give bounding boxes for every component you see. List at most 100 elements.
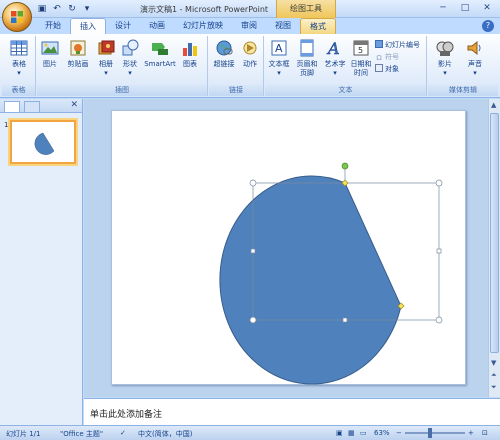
shapes-icon [122, 39, 139, 56]
scrollbar-thumb[interactable] [490, 113, 499, 353]
action-button[interactable]: 动作 [239, 38, 261, 69]
pie-shape[interactable] [219, 175, 402, 385]
slide-number-button[interactable]: 幻灯片编号 [375, 40, 420, 50]
rotate-handle[interactable] [341, 162, 349, 170]
clipart-icon [70, 40, 86, 56]
slides-tab[interactable] [4, 101, 20, 112]
thumbnail-pie-shape [34, 132, 55, 155]
next-slide-icon[interactable]: ⏷ [491, 383, 497, 392]
tab-design[interactable]: 设计 [106, 18, 140, 34]
smartart-icon [152, 43, 168, 55]
tab-home[interactable]: 开始 [36, 18, 70, 34]
vertical-scrollbar[interactable]: ▲ ▼ ⏶ ⏷ [488, 99, 500, 397]
normal-view-icon[interactable]: ▣ [336, 429, 343, 437]
save-icon[interactable]: ▣ [36, 3, 48, 15]
textbox-button[interactable]: A 文本框 ▾ [266, 38, 292, 78]
zoom-in-icon[interactable]: + [468, 429, 474, 437]
shapes-label: 形状 [123, 60, 137, 68]
tab-review[interactable]: 审阅 [232, 18, 266, 34]
slide-counter: 幻灯片 1/1 [6, 430, 41, 438]
slide-number-icon [375, 40, 383, 48]
slide-thumbnail[interactable] [10, 120, 76, 164]
notes-pane[interactable]: 单击此处添加备注 [84, 398, 500, 425]
symbol-button[interactable]: Ω 符号 [375, 52, 399, 62]
clipart-button[interactable]: 剪贴画 [63, 38, 93, 69]
resize-handle-top-left[interactable] [249, 179, 257, 187]
sound-button[interactable]: 声音 ▾ [462, 38, 488, 78]
tab-format[interactable]: 格式 [300, 18, 336, 34]
fit-to-window-icon[interactable]: ⊡ [482, 429, 488, 437]
resize-handle-bottom[interactable] [342, 317, 348, 323]
thumbnail-shape [34, 132, 55, 155]
drawing-tools-label: 绘图工具 [276, 0, 336, 18]
close-pane-icon[interactable]: ✕ [70, 100, 78, 110]
zoom-out-icon[interactable]: − [396, 429, 402, 437]
ribbon: 表格 ▾ 表格 图片 剪贴画 相册 ▾ 形状 ▾ SmartArt 图表 插图 … [0, 34, 500, 98]
movie-button[interactable]: 影片 ▾ [432, 38, 458, 78]
resize-handle-right[interactable] [436, 248, 442, 254]
group-label-media: 媒体剪辑 [428, 85, 498, 96]
clipart-label: 剪贴画 [67, 60, 89, 68]
wordart-label: 艺术字 [324, 60, 346, 68]
wordart-button[interactable]: A 艺术字 ▾ [322, 38, 348, 78]
group-label-text: 文本 [265, 85, 426, 96]
undo-icon[interactable]: ↶ [51, 3, 63, 15]
group-media: 影片 ▾ 声音 ▾ 媒体剪辑 [428, 36, 498, 96]
omega-icon: Ω [376, 54, 382, 62]
resize-handle-left[interactable] [250, 248, 256, 254]
movie-label: 影片 [438, 60, 452, 68]
wordart-icon: A [326, 39, 340, 58]
globe-icon [216, 40, 233, 56]
theme-name: "Office 主题" [60, 430, 104, 438]
ribbon-tabs: 开始 插入 设计 动画 幻灯片放映 审阅 视图 格式 [36, 18, 336, 34]
datetime-button[interactable]: 5 日期和 时间 [349, 38, 373, 78]
slides-pane: ✕ 1 [0, 99, 83, 425]
table-button[interactable]: 表格 ▾ [6, 38, 32, 78]
tab-slideshow[interactable]: 幻灯片放映 [174, 18, 232, 34]
resize-handle-bottom-left[interactable] [249, 316, 257, 324]
close-icon[interactable]: ✕ [477, 1, 497, 15]
table-label: 表格 [12, 60, 26, 68]
album-button[interactable]: 相册 ▾ [95, 38, 117, 78]
smartart-button[interactable]: SmartArt [143, 38, 177, 69]
help-icon[interactable]: ? [482, 20, 494, 32]
scroll-down-icon[interactable]: ▼ [491, 359, 496, 367]
scroll-up-icon[interactable]: ▲ [491, 101, 496, 109]
office-button[interactable] [2, 2, 32, 32]
slide-canvas[interactable] [111, 110, 466, 385]
tab-insert[interactable]: 插入 [70, 18, 106, 34]
window-title: 演示文稿1 - Microsoft PowerPoint [140, 5, 269, 14]
picture-button[interactable]: 图片 [39, 38, 61, 69]
object-icon [375, 64, 383, 72]
hyperlink-button[interactable]: 超链接 [211, 38, 237, 69]
table-icon [10, 40, 28, 56]
sound-label: 声音 [468, 60, 482, 68]
resize-handle-bottom-right[interactable] [435, 316, 443, 324]
chart-button[interactable]: 图表 [179, 38, 201, 69]
album-icon [98, 40, 115, 55]
outline-tab[interactable] [24, 101, 40, 112]
zoom-slider-knob[interactable] [428, 428, 432, 438]
slide-sorter-icon[interactable]: ▦ [348, 429, 355, 437]
object-button[interactable]: 对象 [375, 64, 399, 74]
qat-dropdown-icon[interactable]: ▾ [81, 3, 93, 15]
zoom-level[interactable]: 63% [374, 429, 390, 437]
picture-icon [41, 41, 59, 55]
minimize-icon[interactable]: ─ [433, 1, 453, 15]
maximize-icon[interactable]: □ [455, 1, 475, 15]
chart-icon [183, 43, 197, 56]
redo-icon[interactable]: ↻ [66, 3, 78, 15]
group-illustrations: 图片 剪贴画 相册 ▾ 形状 ▾ SmartArt 图表 插图 [37, 36, 208, 96]
slideshow-icon[interactable]: ▭ [360, 429, 367, 437]
header-footer-button[interactable]: 页眉和 页脚 [293, 38, 321, 78]
spellcheck-icon[interactable]: ✓ [120, 429, 126, 437]
shapes-button[interactable]: 形状 ▾ [119, 38, 141, 78]
slide-editing-area [84, 99, 488, 397]
zoom-slider[interactable] [405, 432, 465, 434]
tab-animations[interactable]: 动画 [140, 18, 174, 34]
status-bar: 幻灯片 1/1 "Office 主题" ✓ 中文(简体，中国) ▣ ▦ ▭ 63… [0, 425, 500, 440]
previous-slide-icon[interactable]: ⏶ [491, 371, 497, 380]
tab-view[interactable]: 视图 [266, 18, 300, 34]
album-label: 相册 [99, 60, 113, 68]
resize-handle-top-right[interactable] [435, 179, 443, 187]
